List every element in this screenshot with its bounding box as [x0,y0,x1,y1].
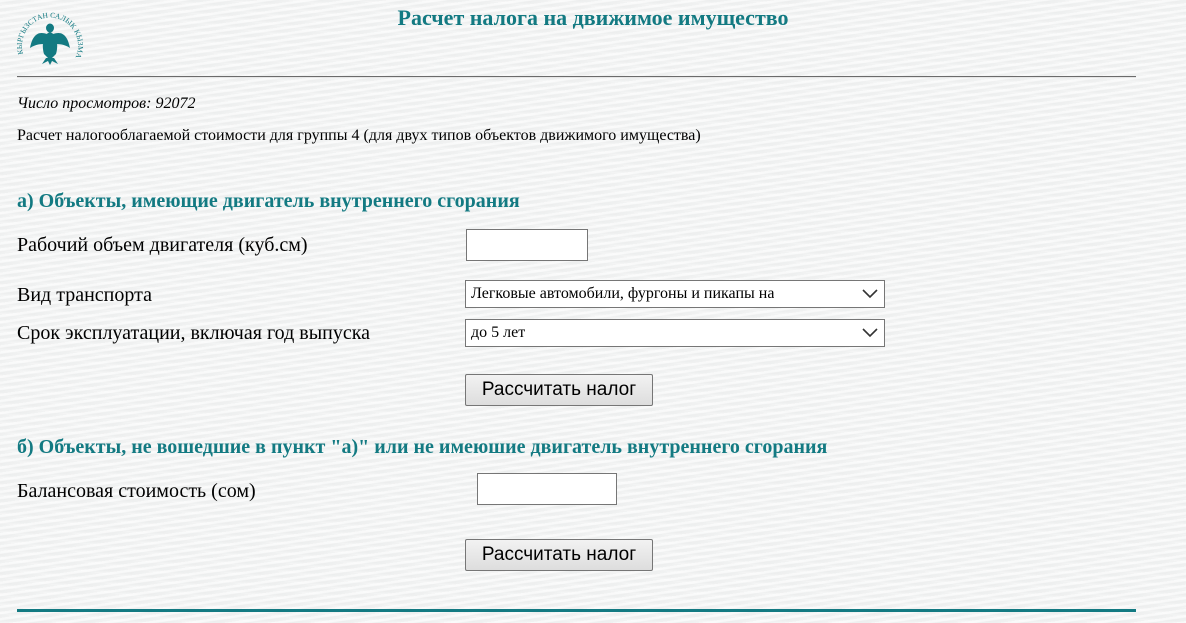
vehicle-type-label: Вид транспорта [17,284,152,306]
section-a-heading: а) Объекты, имеющие двигатель внутреннег… [17,190,520,212]
age-label: Срок эксплуатации, включая год выпуска [17,322,370,344]
top-divider [17,76,1136,78]
chevron-down-icon [862,289,878,299]
page-title: Расчет налога на движимое имущество [0,5,1186,31]
page-title-text: Расчет налога на движимое имущество [397,5,789,30]
engine-volume-input[interactable] [466,229,588,261]
vehicle-type-selected-value: Легковые автомобили, фургоны и пикапы на [471,285,775,302]
age-selected-value: до 5 лет [471,324,526,341]
intro-text: Расчет налогооблагаемой стоимости для гр… [17,127,701,144]
section-b-heading: б) Объекты, не вошедшие в пункт "а)" или… [17,436,828,458]
bottom-divider [17,609,1136,612]
views-counter: Число просмотров: 92072 [17,95,196,112]
vehicle-type-select[interactable]: Легковые автомобили, фургоны и пикапы на [465,280,885,308]
chevron-down-icon [862,328,878,338]
calculate-tax-button-b[interactable]: Рассчитать налог [465,539,653,571]
calculate-tax-button-a[interactable]: Рассчитать налог [465,374,653,406]
balance-value-input[interactable] [477,473,617,505]
balance-value-label: Балансовая стоимость (сом) [17,480,256,502]
engine-volume-label: Рабочий объем двигателя (куб.см) [17,234,308,256]
age-select[interactable]: до 5 лет [465,319,885,347]
